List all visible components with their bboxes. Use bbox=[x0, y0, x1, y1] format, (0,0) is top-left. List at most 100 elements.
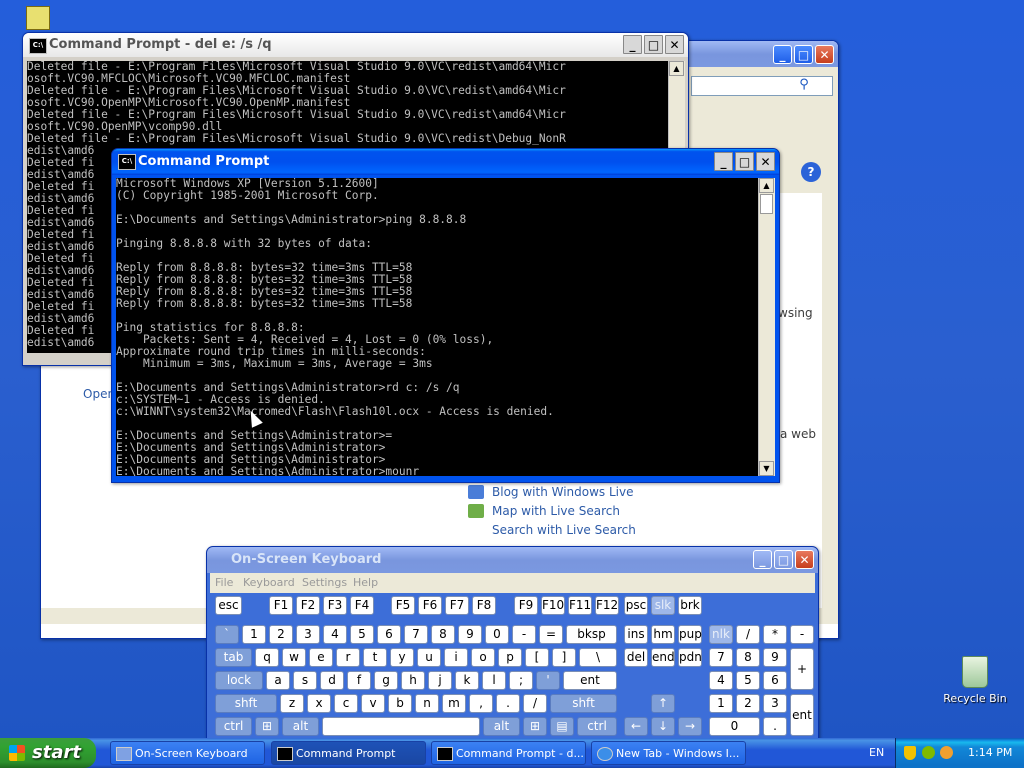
osk-key[interactable]: 2 bbox=[269, 625, 293, 644]
scroll-down-icon[interactable]: ▼ bbox=[759, 461, 774, 476]
osk-key[interactable]: [ bbox=[525, 648, 549, 667]
osk-key[interactable]: shft bbox=[215, 694, 277, 713]
osk-key[interactable]: 1 bbox=[242, 625, 266, 644]
blog-link[interactable]: Blog with Windows Live bbox=[492, 485, 634, 499]
osk-key[interactable]: r bbox=[336, 648, 360, 667]
browser-vscrollbar[interactable] bbox=[822, 193, 838, 608]
osk-key[interactable]: ↓ bbox=[651, 717, 675, 736]
osk-key[interactable]: i bbox=[444, 648, 468, 667]
osk-key[interactable]: F4 bbox=[350, 596, 374, 615]
osk-key[interactable]: F9 bbox=[514, 596, 538, 615]
osk-key[interactable]: u bbox=[417, 648, 441, 667]
osk-key[interactable]: F6 bbox=[418, 596, 442, 615]
osk-key[interactable]: ctrl bbox=[215, 717, 252, 736]
search-icon[interactable]: ⚲ bbox=[794, 77, 814, 95]
osk-key[interactable]: ' bbox=[536, 671, 560, 690]
osk-key[interactable]: alt bbox=[483, 717, 520, 736]
osk-key[interactable]: ctrl bbox=[577, 717, 617, 736]
osk-key[interactable]: lock bbox=[215, 671, 263, 690]
osk-key[interactable]: F10 bbox=[541, 596, 565, 615]
osk-key[interactable]: 0 bbox=[709, 717, 760, 736]
scroll-up-icon[interactable]: ▲ bbox=[669, 61, 684, 76]
osk-key[interactable]: ins bbox=[624, 625, 648, 644]
network-icon[interactable] bbox=[922, 746, 935, 759]
osk-key[interactable]: j bbox=[428, 671, 452, 690]
osk-key[interactable]: 9 bbox=[763, 648, 787, 667]
desktop-shortcut-icon[interactable] bbox=[26, 6, 54, 34]
maximize-icon[interactable]: □ bbox=[644, 35, 663, 54]
osk-key[interactable]: 9 bbox=[458, 625, 482, 644]
osk-key[interactable]: a bbox=[266, 671, 290, 690]
osk-key[interactable]: , bbox=[469, 694, 493, 713]
taskbar-item-osk[interactable]: On-Screen Keyboard bbox=[110, 741, 265, 765]
osk-key[interactable]: . bbox=[763, 717, 787, 736]
osk-key[interactable]: z bbox=[280, 694, 304, 713]
osk-key[interactable]: d bbox=[320, 671, 344, 690]
taskbar-item-ie[interactable]: New Tab - Windows I... bbox=[591, 741, 746, 765]
osk-key[interactable]: F5 bbox=[391, 596, 415, 615]
osk-key[interactable]: alt bbox=[282, 717, 319, 736]
cmd-main-scrollbar[interactable]: ▲ ▼ bbox=[758, 178, 775, 476]
osk-key[interactable]: 8 bbox=[431, 625, 455, 644]
osk-key[interactable]: ` bbox=[215, 625, 239, 644]
osk-key[interactable]: 6 bbox=[377, 625, 401, 644]
help-icon[interactable]: ? bbox=[801, 162, 821, 182]
osk-key[interactable]: s bbox=[293, 671, 317, 690]
osk-key[interactable]: 6 bbox=[763, 671, 787, 690]
osk-key[interactable]: h bbox=[401, 671, 425, 690]
osk-key[interactable]: e bbox=[309, 648, 333, 667]
osk-key[interactable]: pdn bbox=[678, 648, 702, 667]
security-shield-icon[interactable] bbox=[904, 746, 916, 760]
close-icon[interactable]: ✕ bbox=[756, 152, 775, 171]
minimize-icon[interactable]: _ bbox=[623, 35, 642, 54]
osk-key[interactable]: + bbox=[790, 648, 814, 690]
osk-key[interactable]: F7 bbox=[445, 596, 469, 615]
osk-key[interactable]: pup bbox=[678, 625, 702, 644]
scroll-thumb[interactable] bbox=[760, 194, 773, 214]
osk-key[interactable]: - bbox=[512, 625, 536, 644]
osk-key[interactable]: l bbox=[482, 671, 506, 690]
osk-key[interactable]: / bbox=[736, 625, 760, 644]
osk-key[interactable]: bksp bbox=[566, 625, 617, 644]
search-tray-icon[interactable] bbox=[940, 746, 953, 759]
osk-key[interactable]: k bbox=[455, 671, 479, 690]
osk-key[interactable]: \ bbox=[579, 648, 617, 667]
osk-key[interactable]: f bbox=[347, 671, 371, 690]
osk-key[interactable]: F2 bbox=[296, 596, 320, 615]
osk-key[interactable]: 5 bbox=[350, 625, 374, 644]
osk-key[interactable]: F3 bbox=[323, 596, 347, 615]
minimize-icon[interactable]: _ bbox=[773, 45, 792, 64]
osk-key[interactable]: v bbox=[361, 694, 385, 713]
osk-key[interactable]: 8 bbox=[736, 648, 760, 667]
osk-key[interactable]: 5 bbox=[736, 671, 760, 690]
maximize-icon[interactable]: □ bbox=[735, 152, 754, 171]
osk-key[interactable]: hm bbox=[651, 625, 675, 644]
osk-key[interactable]: * bbox=[763, 625, 787, 644]
osk-key[interactable]: . bbox=[496, 694, 520, 713]
start-button[interactable]: start bbox=[0, 738, 96, 768]
osk-key[interactable]: ⊞ bbox=[255, 717, 279, 736]
osk-key[interactable]: c bbox=[334, 694, 358, 713]
cmd-del-titlebar[interactable]: C:\ Command Prompt - del e: /s /q bbox=[23, 33, 688, 57]
osk-key[interactable]: 1 bbox=[709, 694, 733, 713]
osk-key[interactable]: → bbox=[678, 717, 702, 736]
osk-key[interactable]: - bbox=[790, 625, 814, 644]
osk-key[interactable]: b bbox=[388, 694, 412, 713]
osk-key[interactable]: F1 bbox=[269, 596, 293, 615]
osk-key[interactable]: psc bbox=[624, 596, 648, 615]
osk-key[interactable]: 2 bbox=[736, 694, 760, 713]
osk-key[interactable]: 3 bbox=[763, 694, 787, 713]
taskbar-item-cmd[interactable]: Command Prompt bbox=[271, 741, 426, 765]
osk-key[interactable]: = bbox=[539, 625, 563, 644]
search-link[interactable]: Search with Live Search bbox=[492, 523, 636, 537]
osk-key[interactable]: ] bbox=[552, 648, 576, 667]
osk-key[interactable]: slk bbox=[651, 596, 675, 615]
osk-key[interactable]: F8 bbox=[472, 596, 496, 615]
osk-key[interactable]: m bbox=[442, 694, 466, 713]
osk-key[interactable]: p bbox=[498, 648, 522, 667]
clock[interactable]: 1:14 PM bbox=[968, 746, 1012, 759]
osk-key[interactable]: brk bbox=[678, 596, 702, 615]
osk-key[interactable]: ← bbox=[624, 717, 648, 736]
osk-key[interactable]: F11 bbox=[568, 596, 592, 615]
osk-key[interactable]: ent bbox=[790, 694, 814, 736]
